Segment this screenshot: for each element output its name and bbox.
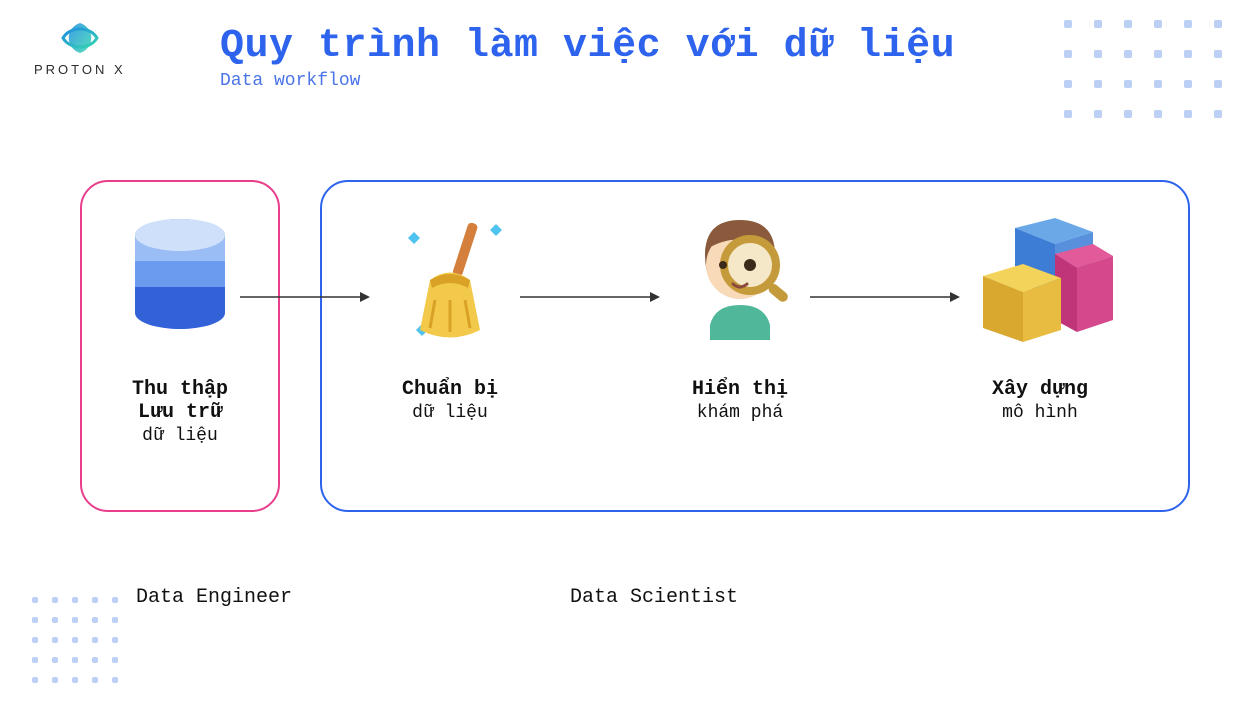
dots-decoration-top-right — [1064, 20, 1222, 118]
step-title: Xây dựng — [992, 378, 1088, 401]
arrow-icon — [520, 290, 660, 292]
workflow-diagram: Thu thập Lưu trữ dữ liệu Chuẩn bị dữ liệ… — [80, 180, 1190, 520]
step-title: Chuẩn bị — [402, 378, 498, 401]
magnifier-person-icon — [675, 210, 805, 350]
proton-x-logo-icon — [55, 18, 105, 58]
step-prepare: Chuẩn bị dữ liệu — [350, 210, 550, 423]
page-header: Quy trình làm việc với dữ liệu Data work… — [220, 24, 955, 91]
brand-logo: PROTON X — [34, 18, 126, 77]
step-title: Hiển thị — [692, 378, 788, 401]
database-icon — [125, 210, 235, 350]
blocks-icon — [965, 210, 1115, 350]
step-visualize-explore: Hiển thị khám phá — [640, 210, 840, 423]
arrow-icon — [240, 290, 370, 292]
step-build-model: Xây dựng mô hình — [940, 210, 1140, 423]
step-subtitle: mô hình — [992, 403, 1088, 423]
role-label-scientist: Data Scientist — [570, 586, 738, 609]
step-collect-store: Thu thập Lưu trữ dữ liệu — [80, 210, 280, 446]
brand-name: PROTON X — [34, 62, 126, 77]
page-title: Quy trình làm việc với dữ liệu — [220, 24, 955, 69]
broom-icon — [390, 210, 510, 350]
step-title: Thu thập Lưu trữ — [132, 378, 228, 424]
step-subtitle: dữ liệu — [402, 403, 498, 423]
arrow-icon — [810, 290, 960, 292]
step-subtitle: dữ liệu — [132, 426, 228, 446]
step-subtitle: khám phá — [692, 403, 788, 423]
page-subtitle: Data workflow — [220, 71, 955, 91]
role-label-engineer: Data Engineer — [136, 586, 292, 609]
dots-decoration-bottom-left — [32, 597, 118, 683]
